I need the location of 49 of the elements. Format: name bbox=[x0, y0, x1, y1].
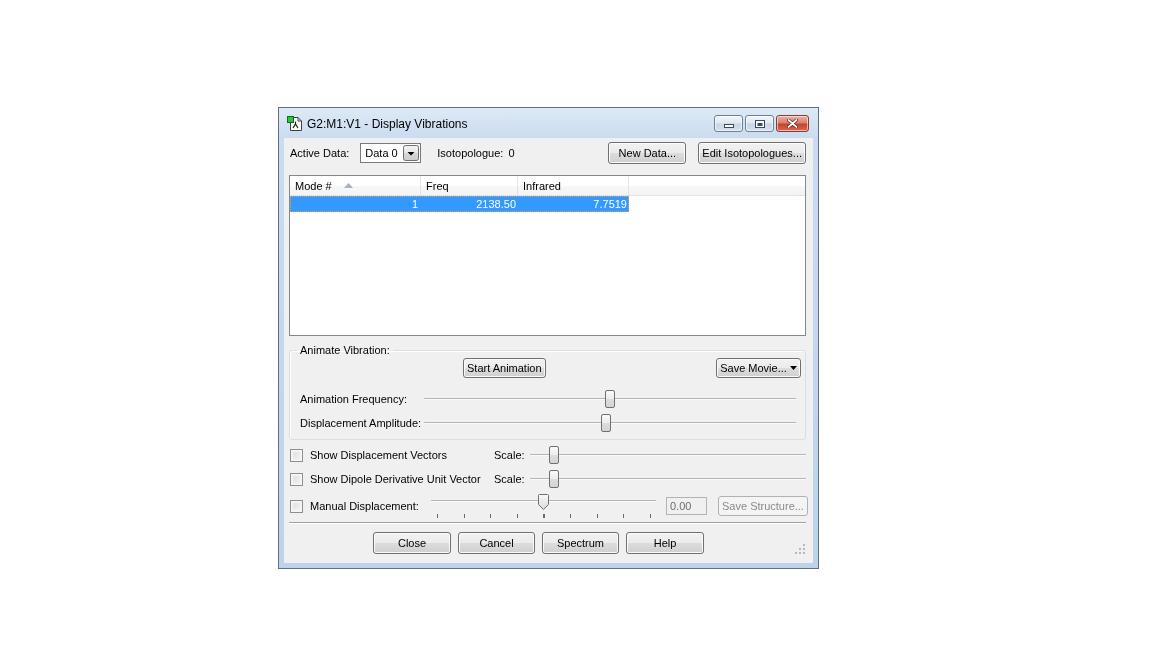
slider-label: Animation Frequency: bbox=[300, 393, 408, 405]
slider-thumb[interactable] bbox=[538, 494, 549, 510]
scale-label: Scale: bbox=[494, 449, 526, 461]
checkbox-label: Show Dipole Derivative Unit Vector bbox=[310, 473, 482, 485]
slider-track[interactable] bbox=[424, 413, 796, 433]
maximize-button[interactable] bbox=[745, 115, 774, 132]
spectrum-button[interactable]: Spectrum bbox=[542, 532, 619, 554]
close-button[interactable] bbox=[776, 115, 809, 132]
document-icon bbox=[287, 115, 303, 132]
active-data-label: Active Data: bbox=[290, 147, 350, 159]
column-header[interactable]: Infrared bbox=[518, 176, 629, 195]
close-icon bbox=[787, 119, 798, 128]
window-title: G2:M1:V1 - Display Vibrations bbox=[307, 116, 468, 131]
isotopologue-value: 0 bbox=[508, 147, 515, 159]
checkbox[interactable] bbox=[290, 448, 303, 462]
slider-label: Displacement Amplitude: bbox=[300, 417, 423, 429]
checkbox-label: Show Displacement Vectors bbox=[310, 449, 448, 461]
scale-label: Scale: bbox=[494, 473, 526, 485]
minimize-button[interactable] bbox=[714, 115, 743, 132]
close-button[interactable]: Close bbox=[373, 532, 451, 554]
column-header[interactable]: Mode # bbox=[290, 176, 421, 195]
slider-track[interactable] bbox=[530, 469, 806, 489]
resize-grip-icon bbox=[795, 544, 805, 554]
table-cell-text: 1 bbox=[410, 197, 419, 212]
slider-thumb[interactable] bbox=[548, 470, 559, 488]
sort-arrow-icon bbox=[343, 183, 353, 188]
cancel-button[interactable]: Cancel bbox=[458, 532, 535, 554]
slider-track[interactable] bbox=[530, 445, 806, 465]
column-header[interactable]: Freq bbox=[421, 176, 518, 195]
slider-thumb[interactable] bbox=[601, 414, 612, 432]
table-cell-text: 7.7519 bbox=[592, 197, 628, 212]
isotopologue-label: Isotopologue: bbox=[437, 147, 504, 159]
new-data-button[interactable]: New Data... bbox=[608, 142, 687, 164]
start-animation-button[interactable]: Start Animation bbox=[463, 358, 546, 378]
minimize-icon bbox=[723, 124, 734, 128]
maximize-icon bbox=[754, 119, 765, 128]
edit-isotopologues-button[interactable]: Edit Isotopologues... bbox=[698, 142, 806, 164]
save-movie-button[interactable]: Save Movie... bbox=[716, 358, 801, 378]
checkbox[interactable] bbox=[290, 472, 303, 486]
slider-track[interactable] bbox=[424, 389, 796, 409]
data-dropdown[interactable]: Data 0 bbox=[360, 143, 422, 163]
caret-icon bbox=[789, 366, 797, 370]
help-button[interactable]: Help bbox=[626, 532, 704, 554]
table-cell-text: 2138.50 bbox=[475, 197, 517, 212]
checkbox[interactable] bbox=[290, 499, 303, 513]
checkbox-label: Manual Displacement: bbox=[310, 500, 420, 512]
group-title: Animate Vibration: bbox=[299, 344, 391, 357]
slider-thumb[interactable] bbox=[548, 446, 559, 464]
slider-thumb[interactable] bbox=[605, 390, 615, 408]
